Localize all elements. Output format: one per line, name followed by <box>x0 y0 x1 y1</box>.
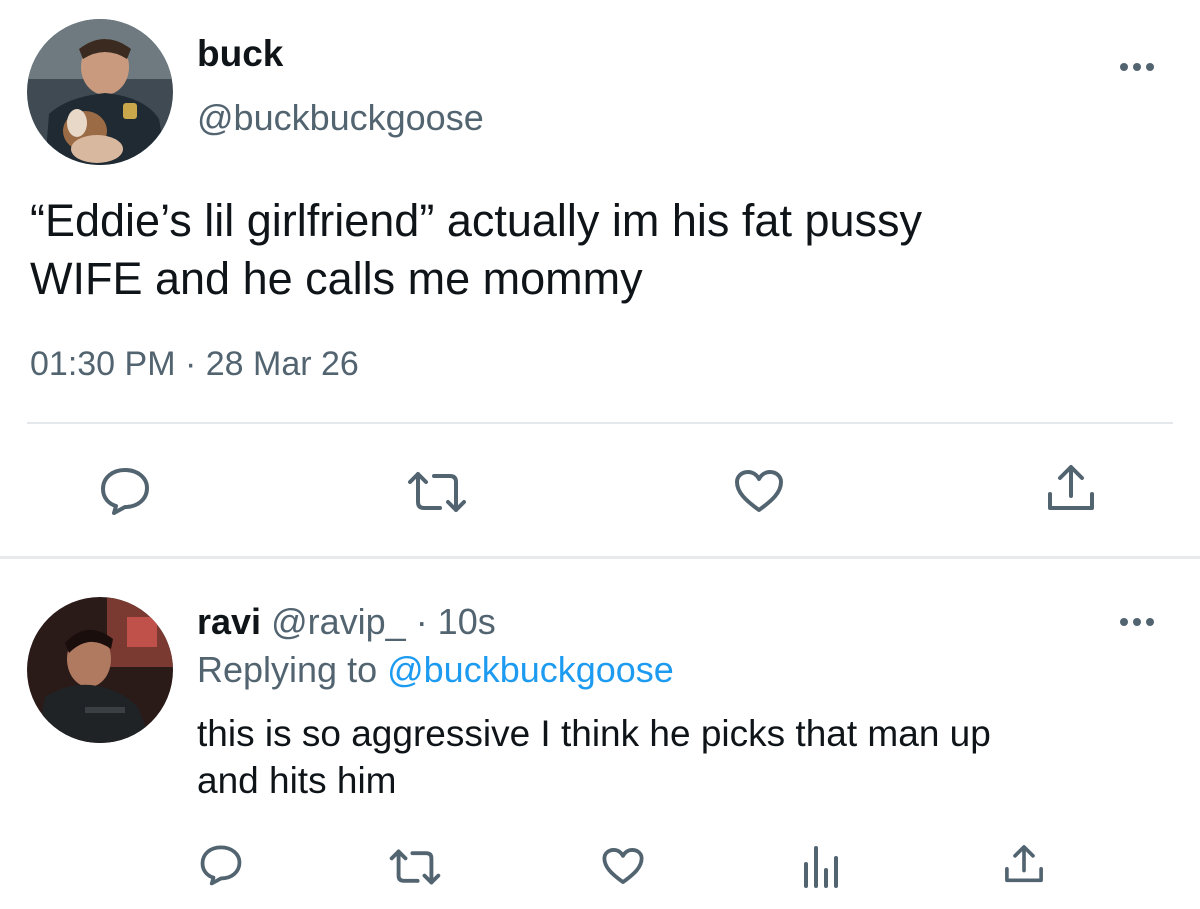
reply-more-options-icon[interactable] <box>1114 610 1160 634</box>
tweet-text: “Eddie’s lil girlfriend” actually im his… <box>30 195 923 304</box>
divider <box>27 422 1173 424</box>
section-divider <box>0 556 1200 559</box>
analytics-icon[interactable] <box>800 844 846 888</box>
replying-prefix: Replying to <box>197 649 388 690</box>
share-icon[interactable] <box>1044 462 1098 514</box>
avatar-photo <box>27 597 173 743</box>
replying-to: Replying to @buckbuckgoose <box>197 648 674 692</box>
reply-share-icon[interactable] <box>1002 842 1046 886</box>
reply-handle[interactable]: @ravip_ <box>271 601 406 642</box>
reply-display-name[interactable]: ravi <box>197 601 261 642</box>
reply-avatar[interactable] <box>27 597 173 743</box>
reply-time: · 10s <box>405 601 496 642</box>
user-handle[interactable]: @buckbuckgoose <box>197 96 484 140</box>
tweet-timestamp[interactable]: 01:30 PM · 28 Mar 26 <box>30 342 359 386</box>
avatar-photo <box>27 19 173 165</box>
reply-text: this is so aggressive I think he picks t… <box>197 713 991 801</box>
reply-icon[interactable] <box>99 466 151 516</box>
retweet-icon[interactable] <box>406 470 468 514</box>
reply-header: ravi @ravip_ · 10s <box>197 600 496 644</box>
avatar[interactable] <box>27 19 173 165</box>
like-icon[interactable] <box>733 468 785 514</box>
reply-like-icon[interactable] <box>601 846 645 886</box>
reply-reply-icon[interactable] <box>199 844 243 886</box>
more-options-icon[interactable] <box>1114 55 1160 79</box>
display-name[interactable]: buck <box>197 32 283 76</box>
tweet-thread: buck @buckbuckgoose “Eddie’s lil girlfri… <box>0 0 1200 909</box>
reply-retweet-icon[interactable] <box>388 848 442 886</box>
replying-to-mention[interactable]: @buckbuckgoose <box>387 649 674 690</box>
main-tweet: buck @buckbuckgoose “Eddie’s lil girlfri… <box>0 0 1200 556</box>
